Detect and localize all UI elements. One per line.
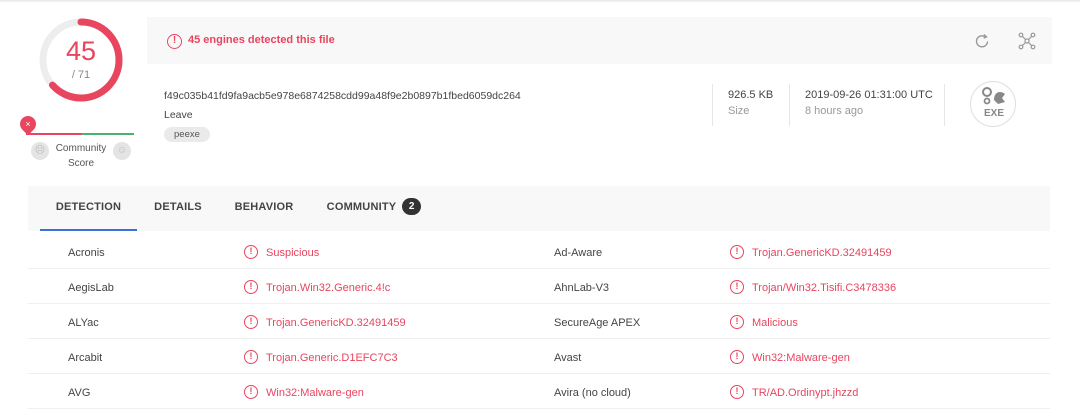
file-name: Leave (164, 109, 193, 121)
detection-score-gauge: 45 / 71 (38, 17, 124, 103)
detection-banner: ! 45 engines detected this file (147, 17, 1052, 64)
community-score-bar (26, 133, 134, 135)
engine-name: SecureAge APEX (554, 317, 641, 329)
alert-icon: ! (730, 315, 744, 329)
detection-result: TR/AD.Ordinypt.jhzzd (752, 387, 859, 399)
engine-total: / 71 (71, 69, 91, 81)
tab-community[interactable]: COMMUNITY 2 (320, 186, 428, 231)
table-row: AegisLab! Trojan.Win32.Generic.4!c AhnLab-… (28, 269, 1050, 304)
table-row: ALYac! Trojan.GenericKD.32491459 SecureAge… (28, 304, 1050, 339)
reanalyze-icon[interactable] (973, 32, 991, 50)
detection-result: Trojan.GenericKD.32491459 (266, 317, 406, 329)
analysis-date: 2019-09-26 01:31:00 UTC (805, 89, 933, 101)
file-tag[interactable]: peexe (164, 127, 210, 142)
detection-result: Trojan.GenericKD.32491459 (752, 247, 892, 259)
graph-icon[interactable] (1018, 32, 1036, 50)
alert-icon: ! (167, 34, 182, 49)
detection-result: Suspicious (266, 247, 320, 259)
top-shadow (0, 0, 1080, 3)
alert-icon: ! (244, 280, 258, 294)
detection-banner-message: 45 engines detected this file (188, 34, 335, 46)
analysis-date-ago: 8 hours ago (805, 105, 864, 117)
table-row: Acronis! Suspicious Ad-Aware! Trojan.Generi… (28, 234, 1050, 269)
detection-result: Win32:Malware-gen (752, 352, 850, 364)
file-hash[interactable]: f49c035b41fd9fa9acb5e978e6874258cdd99a48… (164, 90, 521, 102)
upvote-icon[interactable]: ☺ (113, 142, 131, 160)
alert-icon: ! (244, 385, 258, 399)
tab-bar: DETECTION DETAILS BEHAVIOR COMMUNITY 2 (28, 186, 1050, 231)
tab-details-label: DETAILS (154, 201, 202, 213)
engine-name: AegisLab (68, 282, 114, 294)
community-score-pin-glyph: × (25, 119, 31, 129)
tab-detection-label: DETECTION (55, 201, 122, 213)
table-row: Arcabit! Trojan.Generic.D1EFC7C3 Avast! Win… (28, 339, 1050, 374)
detection-result: Trojan.Generic.D1EFC7C3 (266, 352, 398, 364)
alert-icon: ! (730, 385, 744, 399)
alert-icon: ! (244, 315, 258, 329)
alert-icon: ! (730, 245, 744, 259)
tab-behavior[interactable]: BEHAVIOR (228, 186, 300, 231)
community-score-label-line2: Score (67, 158, 95, 169)
detection-result: Malicious (752, 317, 798, 329)
downvote-icon[interactable]: ☹ (31, 142, 49, 160)
exe-gear-icon (982, 87, 1005, 105)
info-divider (789, 84, 790, 126)
tab-detection[interactable]: DETECTION (40, 186, 137, 231)
tab-community-label: COMMUNITY (326, 201, 397, 213)
community-score-negative (26, 133, 82, 135)
community-score-positive (82, 133, 134, 135)
exe-icon: EXE (970, 81, 1016, 127)
detection-result: Trojan.Win32.Generic.4!c (266, 282, 391, 294)
info-divider (712, 84, 713, 126)
community-score-label-line1: Community (55, 143, 107, 154)
exe-label: EXE (983, 108, 1004, 119)
alert-icon: ! (244, 350, 258, 364)
detection-result: Trojan/Win32.Tisifi.C3478336 (752, 282, 897, 294)
engine-name: Avast (554, 352, 582, 364)
engine-name: ALYac (68, 317, 99, 329)
engine-name: AhnLab-V3 (554, 282, 610, 294)
alert-icon: ! (730, 350, 744, 364)
engine-name: Avira (no cloud) (554, 387, 631, 399)
table-row: AVG! Win32:Malware-gen Avira (no cloud)! TR… (28, 374, 1050, 409)
file-size: 926.5 KB (728, 89, 774, 101)
info-divider (944, 84, 945, 126)
alert-icon: ! (730, 280, 744, 294)
community-count-badge: 2 (402, 198, 422, 215)
engine-name: AVG (68, 387, 91, 399)
engine-name: Acronis (68, 247, 105, 259)
detection-count: 45 (65, 36, 97, 66)
tab-behavior-label: BEHAVIOR (234, 201, 294, 213)
alert-icon: ! (244, 245, 258, 259)
detection-result: Win32:Malware-gen (266, 387, 364, 399)
file-size-label: Size (728, 105, 750, 117)
engine-name: Arcabit (68, 352, 103, 364)
community-score-label: Community Score (50, 141, 112, 171)
tab-details[interactable]: DETAILS (147, 186, 209, 231)
engine-name: Ad-Aware (554, 247, 603, 259)
